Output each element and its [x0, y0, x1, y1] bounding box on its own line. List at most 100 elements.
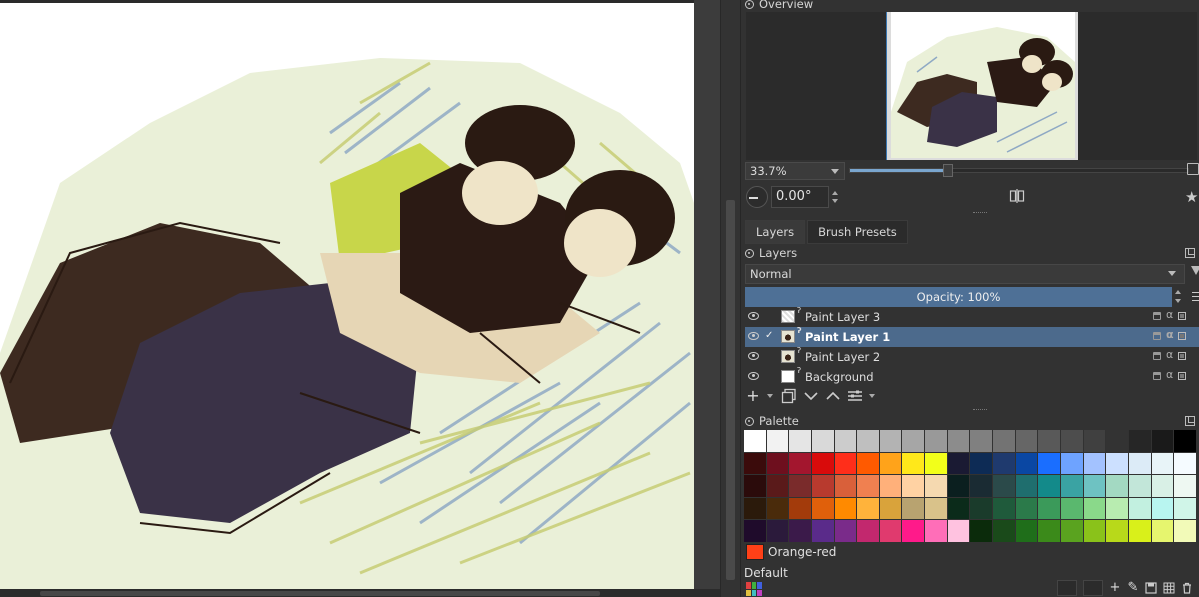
palette-swatch[interactable] [1106, 452, 1128, 474]
edit-pencil-icon[interactable]: ✎ [1127, 581, 1139, 594]
alpha-lock-icon[interactable]: α [1166, 328, 1174, 341]
blend-mode-select[interactable]: Normal [745, 264, 1185, 284]
palette-swatch[interactable] [1151, 497, 1174, 519]
palette-swatch[interactable] [1015, 475, 1038, 497]
palette-swatch[interactable] [1106, 430, 1128, 452]
eye-icon[interactable] [748, 352, 759, 360]
palette-swatch[interactable] [1128, 452, 1151, 474]
palette-swatch[interactable] [834, 497, 857, 519]
palette-grid[interactable] [744, 430, 1197, 542]
horizontal-scroll-thumb[interactable] [40, 591, 600, 596]
drawing-canvas[interactable] [0, 3, 694, 589]
palette-swatch[interactable] [744, 475, 766, 497]
alpha-lock-icon[interactable]: α [1166, 348, 1174, 361]
lock-icon[interactable] [1153, 372, 1161, 380]
palette-swatch[interactable] [811, 520, 834, 542]
palette-swatch[interactable] [970, 475, 993, 497]
rotation-spinner[interactable] [831, 187, 841, 207]
layer-name[interactable]: Paint Layer 3 [805, 310, 880, 324]
palette-swatch[interactable] [857, 520, 879, 542]
palette-swatch[interactable] [925, 430, 947, 452]
palette-swatch[interactable] [902, 520, 925, 542]
palette-swatch[interactable] [1128, 520, 1151, 542]
docker-toggle-icon[interactable] [745, 416, 754, 426]
palette-swatch[interactable] [879, 430, 902, 452]
docker-toggle-icon[interactable] [745, 248, 754, 258]
palette-swatch[interactable] [1174, 475, 1196, 497]
palette-swatch[interactable] [902, 497, 925, 519]
add-layer-menu-icon[interactable] [767, 388, 775, 404]
palette-swatch[interactable] [879, 520, 902, 542]
opacity-slider[interactable]: Opacity: 100% [745, 287, 1172, 307]
palette-swatch[interactable] [993, 520, 1015, 542]
palette-swatch[interactable] [1015, 430, 1038, 452]
palette-swatch[interactable] [766, 475, 789, 497]
palette-swatch[interactable] [834, 475, 857, 497]
palette-swatch[interactable] [1174, 520, 1196, 542]
layer-row[interactable]: ʔ Background α [745, 366, 1199, 387]
palette-swatch[interactable] [1106, 475, 1128, 497]
palette-swatch[interactable] [947, 497, 970, 519]
palette-swatch[interactable] [902, 430, 925, 452]
layer-row[interactable]: ✓ ʔ Paint Layer 1 α [745, 326, 1199, 347]
palette-swatch[interactable] [744, 497, 766, 519]
zoom-combo[interactable]: 33.7% [745, 162, 845, 180]
palette-swatch[interactable] [1060, 475, 1083, 497]
palette-swatch[interactable] [1060, 497, 1083, 519]
docker-toggle-icon[interactable] [745, 0, 754, 9]
palette-swatch[interactable] [1083, 430, 1106, 452]
palette-chooser-icon[interactable] [746, 582, 762, 596]
checkmark-icon[interactable]: ✓ [765, 330, 775, 342]
palette-slot[interactable] [1083, 580, 1103, 596]
horizontal-scrollbar[interactable] [0, 589, 720, 597]
palette-swatch[interactable] [744, 520, 766, 542]
palette-swatch[interactable] [766, 452, 789, 474]
zoom-slider-handle[interactable] [943, 164, 954, 177]
palette-swatch[interactable] [1038, 497, 1060, 519]
move-layer-up-icon[interactable] [825, 388, 841, 404]
palette-swatch[interactable] [811, 430, 834, 452]
inherit-alpha-icon[interactable] [1178, 352, 1186, 360]
star-icon[interactable]: ★ [1185, 188, 1198, 206]
zoom-slider[interactable] [849, 164, 1189, 177]
palette-swatch[interactable] [947, 452, 970, 474]
palette-swatch[interactable] [1083, 452, 1106, 474]
palette-swatch[interactable] [1151, 475, 1174, 497]
grid-icon[interactable] [1163, 582, 1175, 594]
palette-swatch[interactable] [1174, 497, 1196, 519]
palette-swatch[interactable] [970, 452, 993, 474]
float-docker-icon[interactable] [1185, 248, 1195, 258]
palette-swatch[interactable] [1060, 430, 1083, 452]
opacity-spinner[interactable] [1174, 287, 1184, 307]
layer-name[interactable]: Background [805, 370, 874, 384]
alpha-lock-icon[interactable]: α [1166, 368, 1174, 381]
palette-swatch[interactable] [1151, 520, 1174, 542]
add-swatch-icon[interactable]: + [1109, 581, 1121, 594]
filter-icon[interactable] [1191, 266, 1199, 275]
layer-properties-icon[interactable] [847, 388, 863, 404]
palette-swatch[interactable] [1015, 520, 1038, 542]
palette-swatch[interactable] [766, 497, 789, 519]
rotation-input[interactable]: 0.00° [771, 186, 829, 208]
palette-swatch[interactable] [993, 497, 1015, 519]
inherit-alpha-icon[interactable] [1178, 372, 1186, 380]
palette-swatch[interactable] [766, 520, 789, 542]
tab-layers[interactable]: Layers [745, 220, 806, 244]
layer-row[interactable]: ʔ Paint Layer 3 α [745, 306, 1199, 327]
trash-icon[interactable] [1181, 582, 1193, 594]
palette-swatch[interactable] [925, 452, 947, 474]
eye-icon[interactable] [748, 312, 759, 320]
layer-row[interactable]: ʔ Paint Layer 2 α [745, 346, 1199, 367]
overview-thumbnail[interactable] [886, 12, 1078, 160]
lock-icon[interactable] [1153, 352, 1161, 360]
palette-slot[interactable] [1057, 580, 1077, 596]
palette-swatch[interactable] [970, 430, 993, 452]
palette-swatch[interactable] [993, 475, 1015, 497]
float-docker-icon[interactable] [1185, 416, 1195, 426]
palette-swatch[interactable] [947, 520, 970, 542]
palette-swatch[interactable] [947, 430, 970, 452]
move-layer-down-icon[interactable] [803, 388, 819, 404]
resize-grip[interactable] [973, 409, 987, 411]
palette-swatch[interactable] [1151, 430, 1174, 452]
palette-swatch[interactable] [1174, 452, 1196, 474]
